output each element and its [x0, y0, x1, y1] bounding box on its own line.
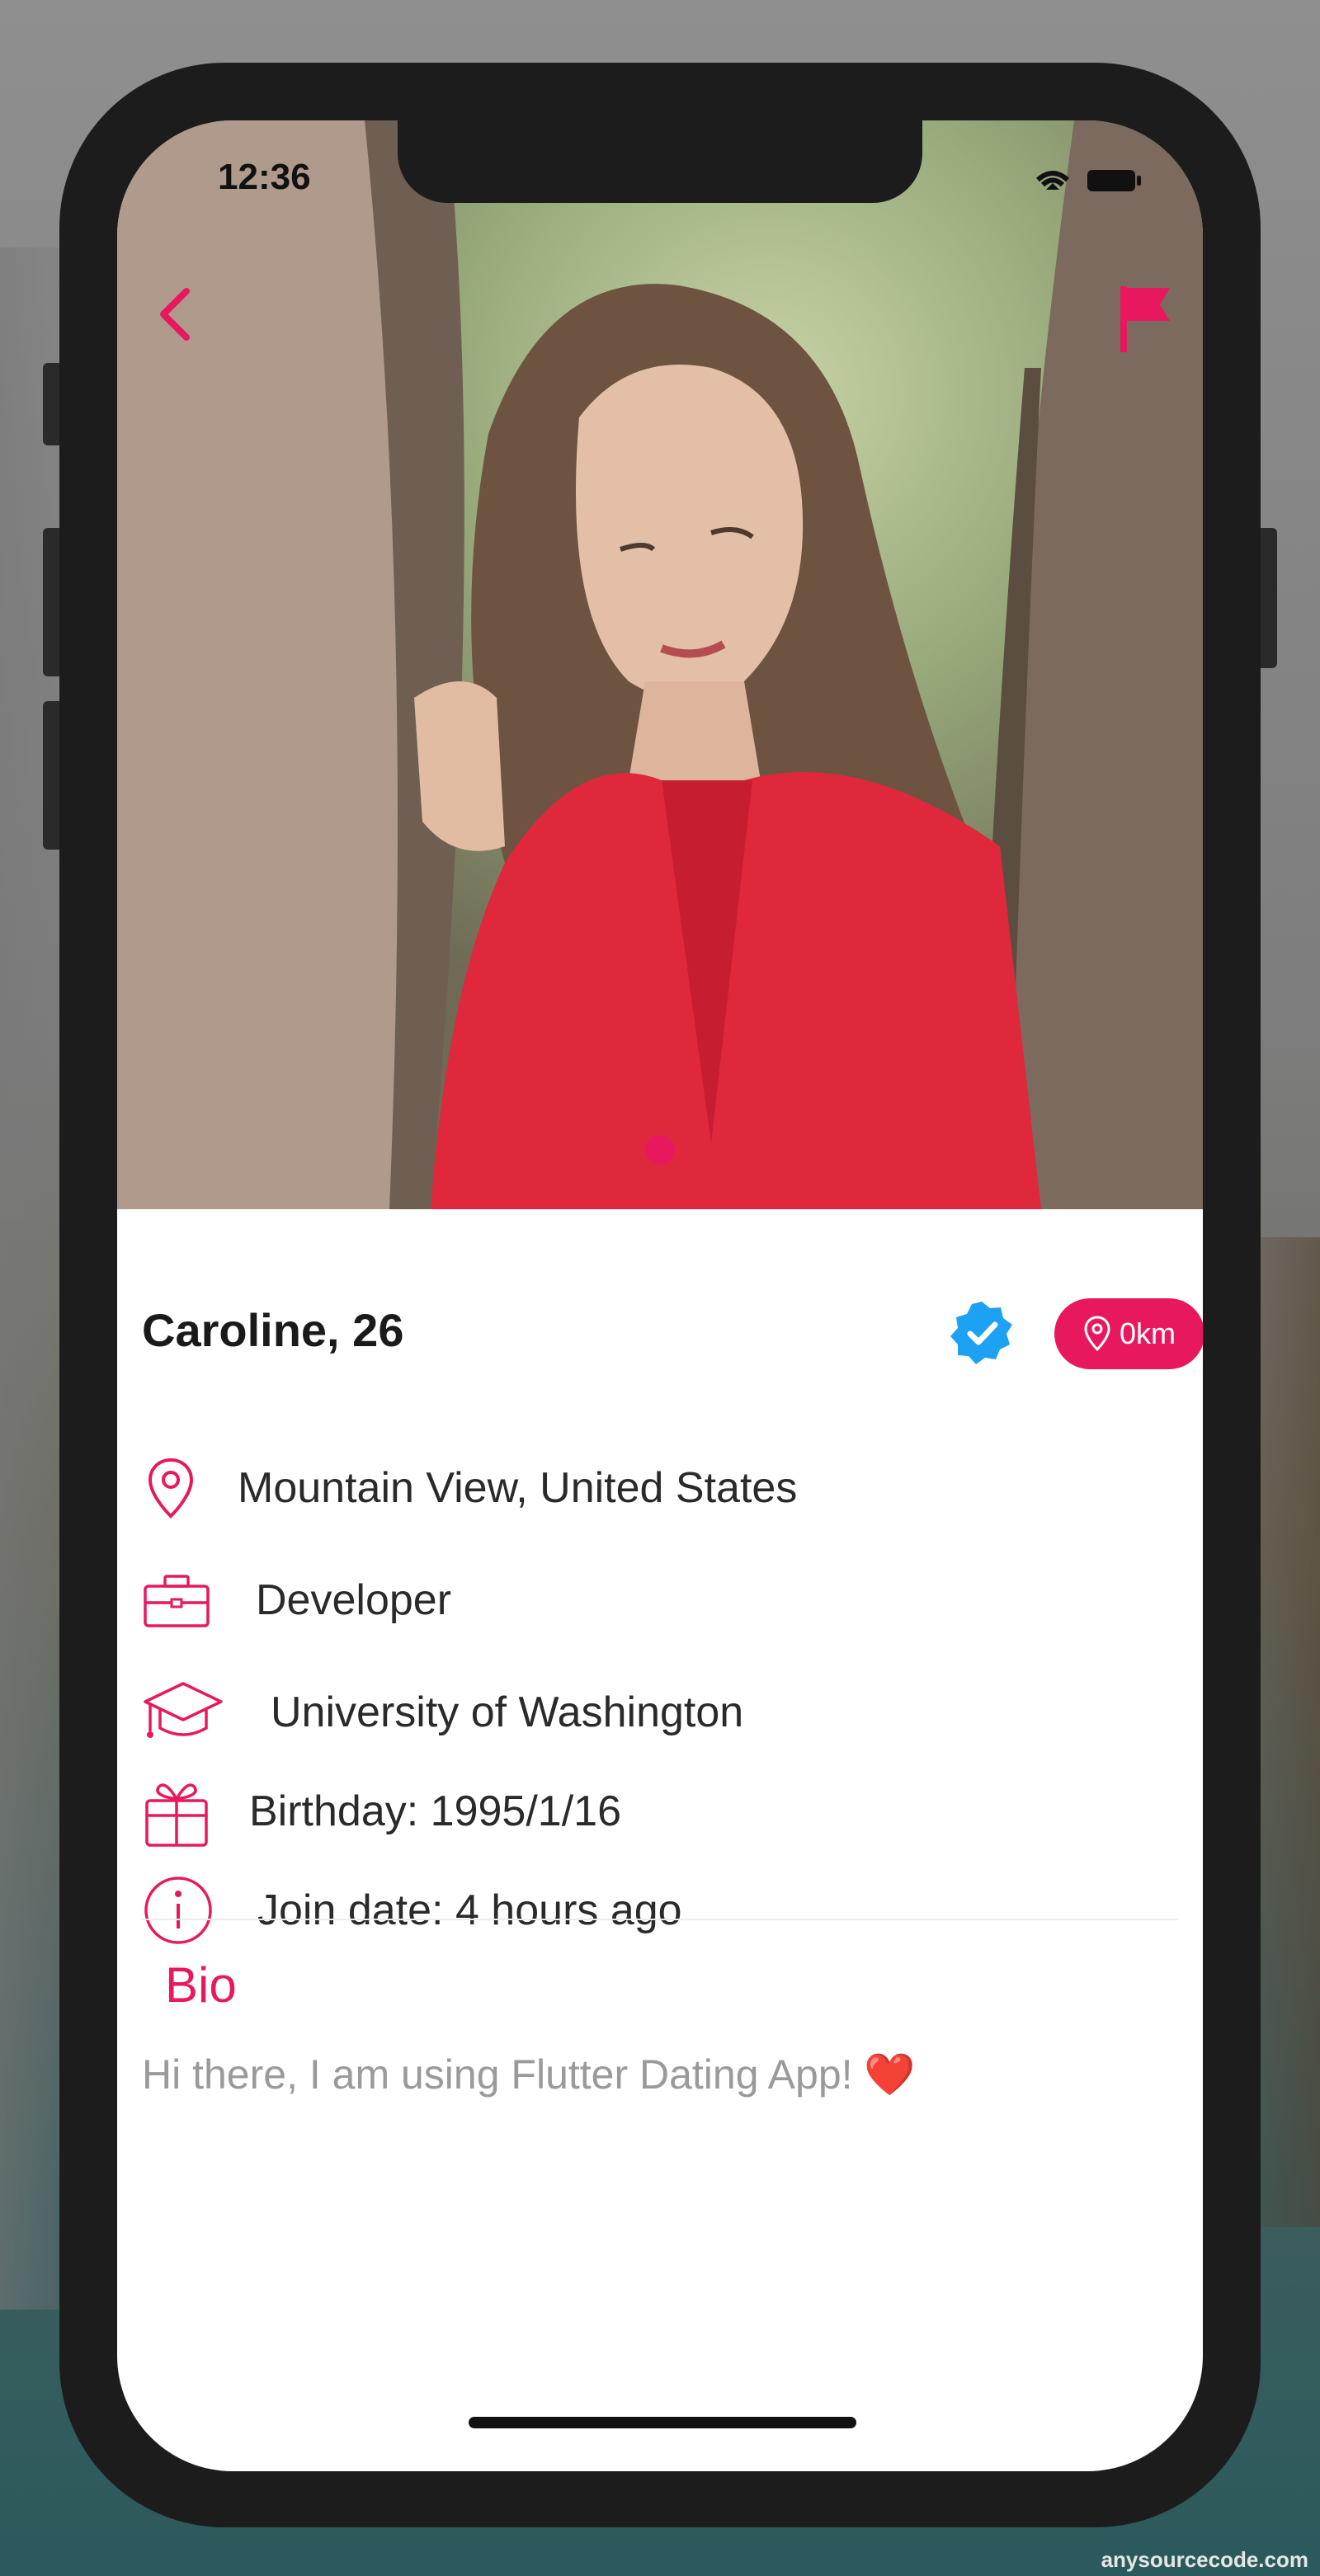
phone-frame: 12:36 Caroline, 26 0km Mountain View, Un…: [59, 63, 1261, 2527]
photo-page-indicator[interactable]: [645, 1135, 675, 1165]
location-pin-icon: [148, 1458, 194, 1519]
birthday-row: Birthday: 1995/1/16: [142, 1770, 1178, 1853]
school-text: University of Washington: [271, 1688, 744, 1736]
school-row: University of Washington: [142, 1671, 1178, 1754]
gift-icon: [145, 1783, 208, 1847]
home-indicator[interactable]: [469, 2417, 856, 2428]
watermark: anysourcecode.com: [1101, 2547, 1308, 2572]
graduation-cap-icon: [144, 1682, 223, 1738]
location-row: Mountain View, United States: [142, 1447, 1178, 1529]
join-date-text: Join date: 4 hours ago: [257, 1886, 682, 1934]
location-text: Mountain View, United States: [238, 1464, 798, 1512]
name-row: Caroline, 26 0km: [142, 1292, 1203, 1374]
photo-illustration: [117, 120, 1203, 1209]
back-arrow-icon[interactable]: [150, 281, 200, 347]
verified-badge-icon: [950, 1302, 1012, 1364]
bio-title: Bio: [165, 1957, 237, 2013]
join-date-row: Join date: 4 hours ago: [142, 1869, 1178, 1952]
wifi-icon: [1036, 171, 1069, 190]
divider: [142, 1919, 1178, 1920]
info-icon: [144, 1877, 212, 1944]
briefcase-icon: [144, 1575, 210, 1627]
profile-name: Caroline, 26: [142, 1304, 404, 1356]
report-flag-icon[interactable]: [1112, 281, 1178, 356]
status-icons: [1030, 163, 1145, 200]
bio-text: Hi there, I am using Flutter Dating App!…: [142, 2051, 916, 2098]
profile-photo[interactable]: 12:36: [117, 120, 1203, 1209]
job-text: Developer: [256, 1576, 452, 1624]
battery-icon: [1087, 170, 1141, 191]
location-pin-icon: [1084, 1316, 1110, 1352]
status-time: 12:36: [218, 157, 311, 197]
distance-badge: 0km: [1054, 1298, 1203, 1369]
birthday-text: Birthday: 1995/1/16: [249, 1787, 621, 1835]
job-row: Developer: [142, 1559, 1178, 1641]
screen: 12:36 Caroline, 26 0km Mountain View, Un…: [117, 120, 1203, 2471]
notch: [398, 120, 922, 203]
distance-value: 0km: [1119, 1316, 1176, 1350]
